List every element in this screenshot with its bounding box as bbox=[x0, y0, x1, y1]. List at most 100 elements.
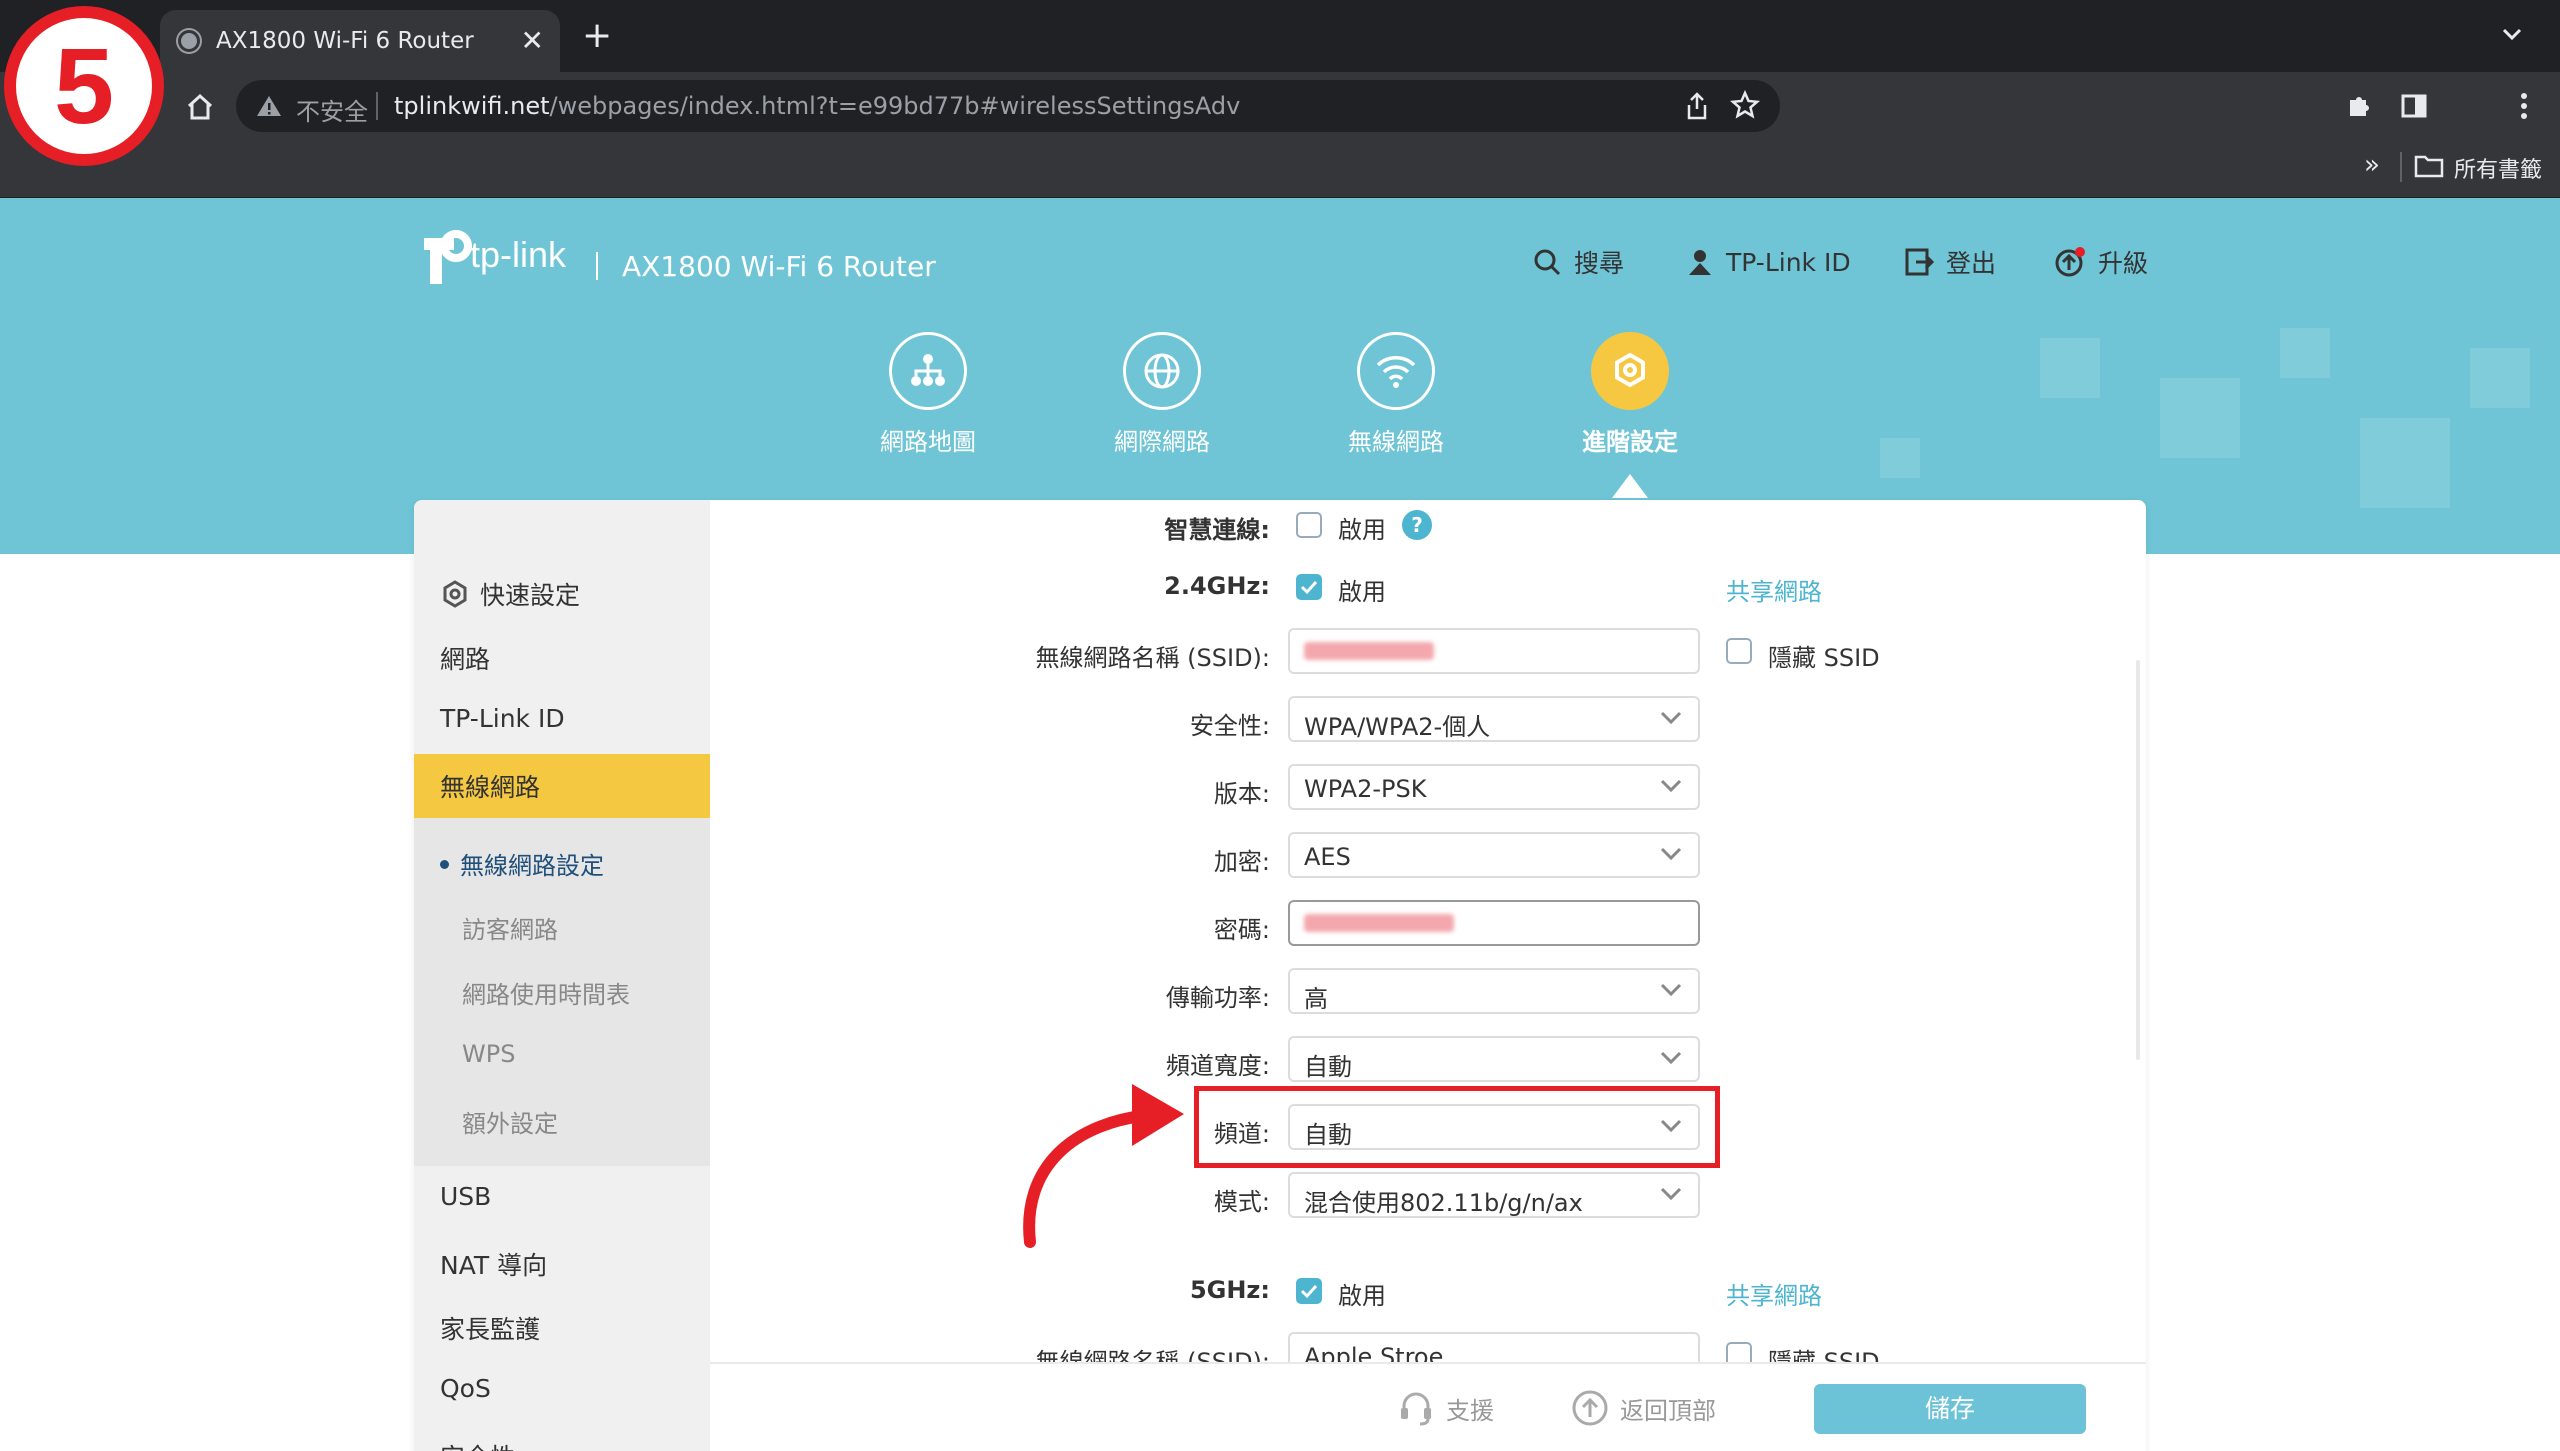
channel-width-value: 自動 bbox=[1304, 1053, 1352, 1081]
decor-tile bbox=[1880, 438, 1920, 478]
home-icon[interactable] bbox=[185, 92, 215, 122]
decor-tile bbox=[2160, 378, 2240, 458]
bookmarks-bar: » 所有書籤 bbox=[0, 140, 2560, 198]
new-tab-button[interactable]: + bbox=[582, 18, 612, 54]
sidebar-item-usb[interactable]: USB bbox=[440, 1182, 491, 1211]
sidebar-item-tplink-id[interactable]: TP-Link ID bbox=[440, 704, 565, 733]
tab-title: AX1800 Wi-Fi 6 Router bbox=[216, 28, 474, 54]
warning-icon[interactable] bbox=[256, 94, 282, 118]
security-select[interactable]: WPA/WPA2-個人 bbox=[1288, 696, 1700, 742]
band-5-enable-checkbox[interactable] bbox=[1296, 1278, 1322, 1304]
header-logout-link[interactable]: 登出 bbox=[1904, 242, 1996, 282]
bookmarks-overflow-button[interactable]: » bbox=[2364, 150, 2380, 180]
gear-icon bbox=[1591, 332, 1669, 410]
header-logout-label: 登出 bbox=[1946, 249, 1997, 278]
current-item-dot bbox=[440, 860, 449, 869]
nav-internet[interactable]: 網際網路 bbox=[1092, 332, 1232, 457]
security-label: 安全性: bbox=[1189, 712, 1270, 740]
password-input[interactable] bbox=[1288, 900, 1700, 946]
sidebar-item-nat[interactable]: NAT 導向 bbox=[440, 1246, 547, 1282]
support-link[interactable]: 支援 bbox=[1396, 1388, 1494, 1428]
sidebar-sub-schedule[interactable]: 網路使用時間表 bbox=[462, 975, 630, 1010]
user-icon bbox=[1689, 250, 1711, 275]
quick-setup-gear-icon bbox=[443, 580, 467, 608]
sidebar-item-qos[interactable]: QoS bbox=[440, 1374, 491, 1403]
network-map-icon bbox=[889, 332, 967, 410]
header-upgrade-link[interactable]: 升級 bbox=[2054, 242, 2148, 282]
version-value: WPA2-PSK bbox=[1304, 775, 1427, 803]
extensions-puzzle-icon[interactable] bbox=[2346, 92, 2374, 120]
nav-active-pointer bbox=[1612, 474, 1648, 498]
channel-width-select[interactable]: 自動 bbox=[1288, 1036, 1700, 1082]
arrow-up-circle-icon bbox=[1572, 1390, 1608, 1426]
browser-tab[interactable]: AX1800 Wi-Fi 6 Router ✕ bbox=[160, 10, 560, 72]
content-scrollbar[interactable] bbox=[2136, 660, 2140, 1060]
nav-network-map[interactable]: 網路地圖 bbox=[858, 332, 998, 457]
sidebar-item-parental[interactable]: 家長監護 bbox=[440, 1310, 540, 1346]
hide-ssid-label: 隱藏 SSID bbox=[1768, 644, 1880, 672]
sidebar-item-security[interactable]: 安全性 bbox=[440, 1438, 515, 1451]
search-icon bbox=[1534, 249, 1561, 276]
header-search-label: 搜尋 bbox=[1574, 249, 1625, 278]
folder-icon[interactable] bbox=[2414, 154, 2444, 178]
close-tab-icon[interactable]: ✕ bbox=[521, 24, 544, 57]
brand-logo-text: tp-link bbox=[470, 234, 567, 275]
tx-power-select[interactable]: 高 bbox=[1288, 968, 1700, 1014]
channel-width-label: 頻道寬度: bbox=[1165, 1052, 1270, 1080]
nav-wireless[interactable]: 無線網路 bbox=[1326, 332, 1466, 457]
sidebar-item-quick-setup[interactable]: 快速設定 bbox=[440, 576, 580, 612]
decor-tile bbox=[2470, 348, 2530, 408]
version-select[interactable]: WPA2-PSK bbox=[1288, 764, 1700, 810]
back-to-top-link[interactable]: 返回頂部 bbox=[1570, 1388, 1716, 1428]
sidebar-item-wireless[interactable]: 無線網路 bbox=[440, 768, 540, 804]
help-icon[interactable]: ? bbox=[1402, 510, 1432, 540]
band-24-label: 2.4GHz: bbox=[1164, 572, 1270, 600]
header-search-link[interactable]: 搜尋 bbox=[1532, 242, 1624, 282]
band-5-share-network-link[interactable]: 共享網路 bbox=[1726, 1276, 1822, 1311]
band-24-enable-label: 啟用 bbox=[1338, 578, 1386, 606]
encryption-select[interactable]: AES bbox=[1288, 832, 1700, 878]
chevron-down-icon bbox=[1660, 711, 1682, 725]
sidebar-sub-guest-network[interactable]: 訪客網路 bbox=[462, 910, 558, 945]
step-number-badge: 5 bbox=[4, 6, 164, 166]
wifi-icon bbox=[1357, 332, 1435, 410]
sidebar-item-label: 快速設定 bbox=[480, 581, 581, 610]
bookmark-star-icon[interactable] bbox=[1730, 90, 1760, 120]
share-icon[interactable] bbox=[1684, 92, 1710, 120]
ssid-input[interactable] bbox=[1288, 628, 1700, 674]
browser-menu-icon[interactable] bbox=[2514, 90, 2534, 122]
header-tplink-id-link[interactable]: TP-Link ID bbox=[1686, 242, 1851, 282]
chevron-down-icon bbox=[1660, 1051, 1682, 1065]
upgrade-icon bbox=[2055, 247, 2085, 277]
version-label: 版本: bbox=[1213, 780, 1270, 808]
all-bookmarks-label[interactable]: 所有書籤 bbox=[2454, 152, 2542, 184]
encryption-value: AES bbox=[1304, 843, 1351, 871]
save-button[interactable]: 儲存 bbox=[1814, 1384, 2086, 1434]
chevron-down-icon bbox=[1660, 779, 1682, 793]
nav-network-map-label: 網路地圖 bbox=[880, 428, 976, 456]
password-label: 密碼: bbox=[1213, 916, 1270, 944]
band-5-enable-label: 啟用 bbox=[1338, 1282, 1386, 1310]
nav-advanced[interactable]: 進階設定 bbox=[1560, 332, 1700, 457]
side-panel-icon[interactable] bbox=[2400, 92, 2428, 120]
sidebar-sub-wps[interactable]: WPS bbox=[462, 1040, 515, 1068]
sidebar-sub-wireless-settings[interactable]: 無線網路設定 bbox=[460, 846, 604, 881]
smart-connect-checkbox[interactable] bbox=[1296, 512, 1322, 538]
decor-tile bbox=[2040, 338, 2100, 398]
tab-search-chevron-icon[interactable] bbox=[2500, 22, 2524, 46]
globe-favicon-icon bbox=[178, 30, 200, 52]
support-label: 支援 bbox=[1446, 1396, 1494, 1425]
sidebar-sub-extra[interactable]: 額外設定 bbox=[462, 1104, 558, 1139]
red-arrow-icon bbox=[1023, 1084, 1184, 1248]
address-bar[interactable]: 不安全 tplinkwifi.net/webpages/index.html?t… bbox=[236, 80, 1780, 132]
sidebar-item-network[interactable]: 網路 bbox=[440, 640, 490, 676]
mode-select[interactable]: 混合使用802.11b/g/n/ax bbox=[1288, 1172, 1700, 1218]
band-24-share-network-link[interactable]: 共享網路 bbox=[1726, 572, 1822, 607]
channel-highlight-box bbox=[1194, 1086, 1720, 1168]
hide-ssid-checkbox[interactable] bbox=[1726, 638, 1752, 664]
globe-icon bbox=[1123, 332, 1201, 410]
band-24-enable-checkbox[interactable] bbox=[1296, 574, 1322, 600]
decor-tile bbox=[2280, 328, 2330, 378]
back-to-top-label: 返回頂部 bbox=[1620, 1396, 1716, 1425]
check-icon bbox=[1300, 1284, 1318, 1299]
